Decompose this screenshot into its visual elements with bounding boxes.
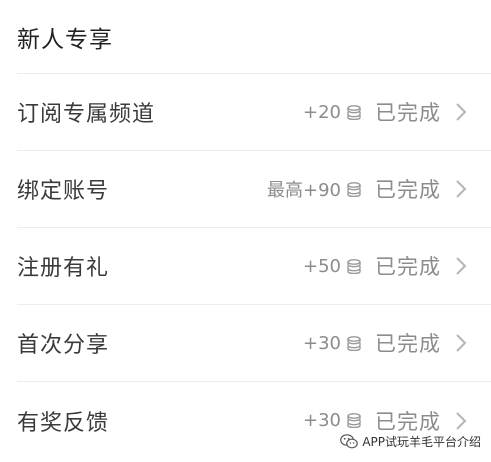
reward-amount: +30 xyxy=(303,332,341,354)
task-name: 订阅专属频道 xyxy=(17,102,156,127)
task-row-bind-account[interactable]: 绑定账号 最高+90 已完成 xyxy=(17,151,491,228)
coin-stack-icon xyxy=(347,413,361,428)
chevron-right-icon xyxy=(456,180,467,198)
task-name: 首次分享 xyxy=(17,333,110,358)
task-reward: +50 xyxy=(303,256,375,277)
reward-amount: +30 xyxy=(303,410,341,431)
reward-amount: +50 xyxy=(303,255,341,277)
task-name: 绑定账号 xyxy=(17,179,110,204)
task-reward: +30 xyxy=(303,410,375,431)
wechat-icon xyxy=(340,434,359,449)
task-status: 已完成 xyxy=(375,178,441,202)
reward-amount: 最高+90 xyxy=(267,180,341,201)
task-reward: +20 xyxy=(303,102,375,123)
task-row-subscribe-channel[interactable]: 订阅专属频道 +20 已完成 xyxy=(17,74,491,151)
coin-stack-icon xyxy=(347,181,361,197)
task-status: 已完成 xyxy=(375,332,441,356)
task-status: 已完成 xyxy=(375,409,441,434)
wechat-watermark: APP试玩羊毛平台介绍 xyxy=(340,433,481,450)
task-row-register-gift[interactable]: 注册有礼 +50 已完成 xyxy=(17,228,491,305)
chevron-right-icon xyxy=(456,411,467,430)
task-name: 注册有礼 xyxy=(17,256,110,281)
coin-stack-icon xyxy=(347,258,361,274)
section-header: 新人专享 xyxy=(17,0,491,74)
task-status: 已完成 xyxy=(375,101,441,125)
reward-amount: +20 xyxy=(303,101,341,123)
chevron-right-icon xyxy=(456,257,467,275)
task-list: 订阅专属频道 +20 已完成 绑定账号 最高+90 已完成 注册有礼 +50 已… xyxy=(0,74,491,459)
task-name: 有奖反馈 xyxy=(17,410,110,436)
watermark-text: APP试玩羊毛平台介绍 xyxy=(362,435,481,449)
coin-stack-icon xyxy=(347,335,361,351)
task-reward: +30 xyxy=(303,333,375,354)
chevron-right-icon xyxy=(456,334,467,352)
chevron-right-icon xyxy=(456,103,467,121)
section-title: 新人专享 xyxy=(17,26,113,53)
new-user-exclusive-screen: 新人专享 订阅专属频道 +20 已完成 绑定账号 最高+90 已完成 注册有礼 … xyxy=(0,0,491,462)
coin-stack-icon xyxy=(347,104,361,120)
task-reward: 最高+90 xyxy=(267,176,375,202)
task-status: 已完成 xyxy=(375,255,441,279)
task-row-first-share[interactable]: 首次分享 +30 已完成 xyxy=(17,305,491,382)
